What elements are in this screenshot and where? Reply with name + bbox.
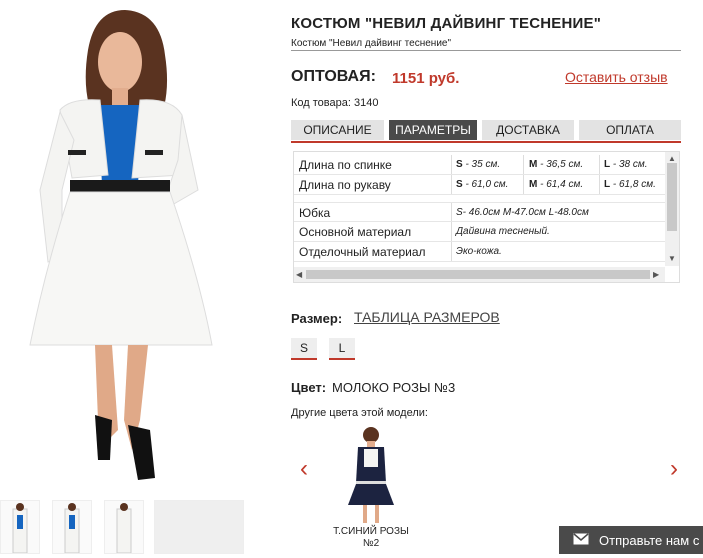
scroll-right-icon[interactable]: ▶ (653, 270, 659, 279)
product-title: КОСТЮМ "НЕВИЛ ДАЙВИНГ ТЕСНЕНИЕ" (291, 15, 602, 32)
param-name: Длина по спинке (299, 158, 392, 172)
leave-review-link[interactable]: Оставить отзыв (565, 69, 668, 85)
tab-delivery[interactable]: ДОСТАВКА (482, 120, 574, 140)
scroll-left-icon[interactable]: ◀ (296, 270, 302, 279)
size-option-s[interactable]: S (291, 338, 317, 360)
table-row: Юбка S- 46.0см M-47.0см L-48.0см (294, 202, 666, 222)
color-label: Цвет: (291, 380, 327, 395)
contact-label: Отправьте нам с (599, 532, 700, 548)
chevron-left-icon[interactable]: ‹ (300, 455, 308, 483)
thumbnail-3[interactable] (104, 500, 144, 554)
thumbnail-2[interactable] (52, 500, 92, 554)
size-table-link[interactable]: ТАБЛИЦА РАЗМЕРОВ (354, 309, 500, 325)
color-variant-caption[interactable]: Т.СИНИЙ РОЗЫ №2 (316, 526, 426, 550)
chevron-right-icon[interactable]: › (670, 455, 678, 483)
param-name: Длина по рукаву (299, 178, 391, 192)
product-subtitle: Костюм "Невил дайвинг теснение" (291, 38, 452, 49)
parameters-table: Длина по спинке S - 35 см. M - 36,5 см. … (293, 151, 680, 283)
color-value: МОЛОКО РОЗЫ №3 (332, 380, 456, 395)
contact-us-bar[interactable]: Отправьте нам с (559, 526, 703, 554)
param-value: S- 46.0см M-47.0см L-48.0см (456, 207, 589, 218)
table-row: Основной материал Дайвина тесненый. (294, 222, 666, 242)
product-tabs: ОПИСАНИЕ ПАРАМЕТРЫ ДОСТАВКА ОПЛАТА (291, 120, 681, 143)
table-row: Длина по спинке S - 35 см. M - 36,5 см. … (294, 155, 666, 175)
param-name: Юбка (299, 206, 331, 220)
size-option-l[interactable]: L (329, 338, 355, 360)
scroll-down-icon[interactable]: ▼ (668, 254, 676, 263)
price-label: ОПТОВАЯ: (291, 68, 376, 85)
thumbnail-strip (0, 500, 262, 554)
vertical-scroll-thumb[interactable] (667, 163, 677, 231)
table-row: Отделочный материал Эко-кожа. (294, 242, 666, 262)
price-value: 1151 руб. (392, 70, 460, 87)
thumbnail-1[interactable] (0, 500, 40, 554)
mail-icon (573, 532, 589, 548)
size-label: Размер: (291, 311, 343, 326)
scroll-up-icon[interactable]: ▲ (668, 154, 676, 163)
divider (291, 50, 681, 51)
param-value: Дайвина тесненый. (456, 226, 550, 237)
tab-description[interactable]: ОПИСАНИЕ (291, 120, 384, 140)
horizontal-scroll-thumb[interactable] (306, 270, 650, 279)
tab-parameters[interactable]: ПАРАМЕТРЫ (389, 120, 477, 140)
table-row: Длина по рукаву S - 61,0 см. M - 61,4 см… (294, 175, 666, 195)
tab-payment[interactable]: ОПЛАТА (579, 120, 681, 140)
other-colors-label: Другие цвета этой модели: (291, 407, 428, 419)
param-value: Эко-кожа. (456, 246, 502, 257)
product-sku: Код товара: 3140 (291, 97, 379, 109)
product-main-photo[interactable] (0, 0, 262, 495)
param-name: Отделочный материал (299, 245, 426, 259)
thumbnail-fabric[interactable] (154, 500, 244, 554)
param-name: Основной материал (299, 225, 412, 239)
color-variant-image[interactable] (326, 423, 416, 533)
tab-underline (291, 141, 681, 143)
